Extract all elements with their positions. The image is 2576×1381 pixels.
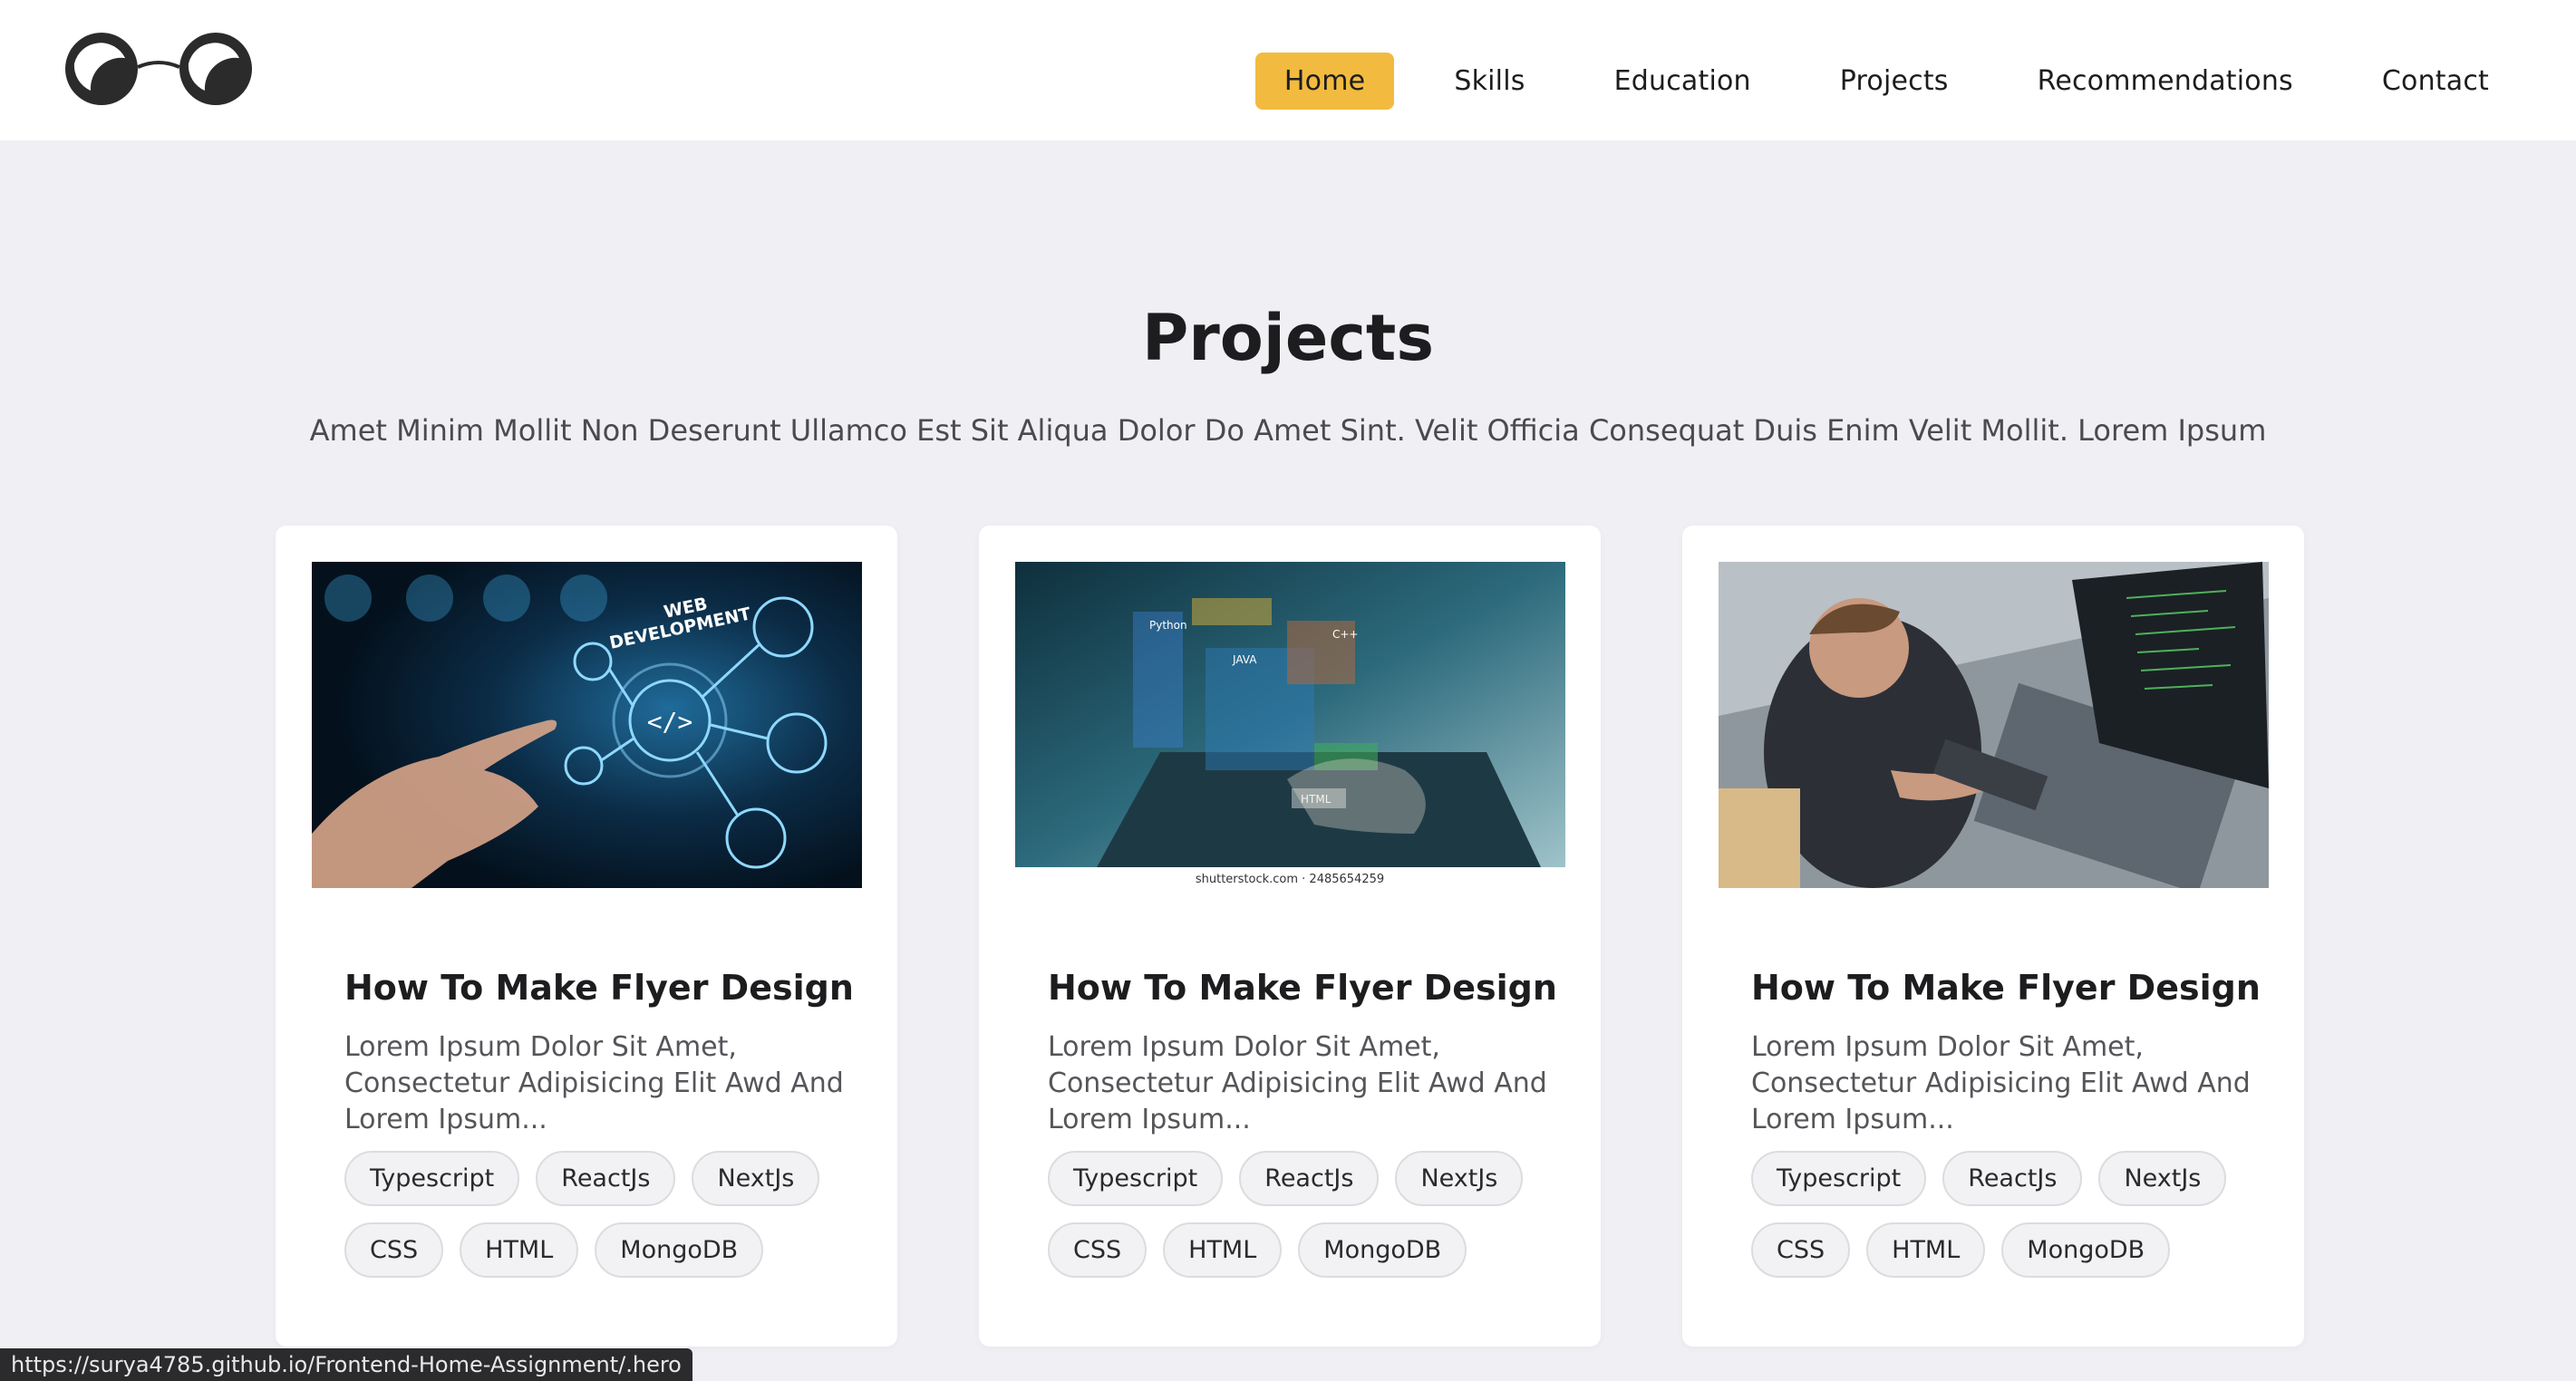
status-bar-url: https://surya4785.github.io/Frontend-Hom… xyxy=(0,1348,692,1381)
tag-typescript: Typescript xyxy=(1048,1151,1224,1206)
tag-mongodb: MongoDB xyxy=(1298,1222,1467,1278)
section-subtitle: Amet Minim Mollit Non Deserunt Ullamco E… xyxy=(309,413,2267,448)
tag-css: CSS xyxy=(1048,1222,1148,1278)
image-text-python: Python xyxy=(1149,619,1187,632)
tag-mongodb: MongoDB xyxy=(595,1222,764,1278)
tag-nextjs: NextJs xyxy=(2098,1151,2227,1206)
section-title: Projects xyxy=(1141,301,1434,375)
tag-html: HTML xyxy=(1866,1222,1986,1278)
card-description: Lorem Ipsum Dolor Sit Amet, Consectetur … xyxy=(1751,1031,2251,1135)
tag-nextjs: NextJs xyxy=(692,1151,820,1206)
project-cards: </> WEB DEVELOPMENT How To Make Flyer De… xyxy=(276,526,2304,1347)
web-development-image: </> WEB DEVELOPMENT xyxy=(312,562,862,888)
card-title[interactable]: How To Make Flyer Design xyxy=(1751,968,2261,1008)
card-title[interactable]: How To Make Flyer Design xyxy=(344,968,854,1008)
glasses-logo-icon[interactable] xyxy=(63,27,254,109)
svg-text:</>: </> xyxy=(647,707,693,737)
image-text-java: JAVA xyxy=(1232,653,1257,666)
nav-contact[interactable]: Contact xyxy=(2353,53,2518,110)
tag-mongodb: MongoDB xyxy=(2001,1222,2171,1278)
tag-css: CSS xyxy=(1751,1222,1851,1278)
nav-recommendations[interactable]: Recommendations xyxy=(2009,53,2322,110)
developer-desk-image xyxy=(1719,562,2269,888)
project-card[interactable]: </> WEB DEVELOPMENT How To Make Flyer De… xyxy=(276,526,897,1347)
site-header: Home Skills Education Projects Recommend… xyxy=(0,0,2576,140)
nav-projects[interactable]: Projects xyxy=(1811,53,1978,110)
card-tags: Typescript ReactJs NextJs CSS HTML Mongo… xyxy=(344,1151,852,1278)
card-tags: Typescript ReactJs NextJs CSS HTML Mongo… xyxy=(1751,1151,2259,1278)
main-nav: Home Skills Education Projects Recommend… xyxy=(1254,53,2518,110)
tag-nextjs: NextJs xyxy=(1395,1151,1524,1206)
image-watermark: shutterstock.com · 2485654259 xyxy=(1196,873,1384,886)
nav-education[interactable]: Education xyxy=(1585,53,1780,110)
tag-html: HTML xyxy=(460,1222,579,1278)
laptop-code-image: Python JAVA C++ HTML shutterstock.com · … xyxy=(1015,562,1565,888)
tag-html: HTML xyxy=(1163,1222,1283,1278)
tag-reactjs: ReactJs xyxy=(536,1151,676,1206)
project-card[interactable]: How To Make Flyer Design Lorem Ipsum Dol… xyxy=(1682,526,2304,1347)
project-card[interactable]: Python JAVA C++ HTML shutterstock.com · … xyxy=(979,526,1601,1347)
card-description: Lorem Ipsum Dolor Sit Amet, Consectetur … xyxy=(344,1031,844,1135)
card-title[interactable]: How To Make Flyer Design xyxy=(1048,968,1557,1008)
tag-typescript: Typescript xyxy=(1751,1151,1927,1206)
tag-typescript: Typescript xyxy=(344,1151,520,1206)
card-tags: Typescript ReactJs NextJs CSS HTML Mongo… xyxy=(1048,1151,1555,1278)
tag-reactjs: ReactJs xyxy=(1239,1151,1380,1206)
card-description: Lorem Ipsum Dolor Sit Amet, Consectetur … xyxy=(1048,1031,1547,1135)
tag-reactjs: ReactJs xyxy=(1942,1151,2083,1206)
image-text-cpp: C++ xyxy=(1332,628,1359,641)
tag-css: CSS xyxy=(344,1222,444,1278)
nav-home[interactable]: Home xyxy=(1254,53,1395,110)
nav-skills[interactable]: Skills xyxy=(1425,53,1554,110)
